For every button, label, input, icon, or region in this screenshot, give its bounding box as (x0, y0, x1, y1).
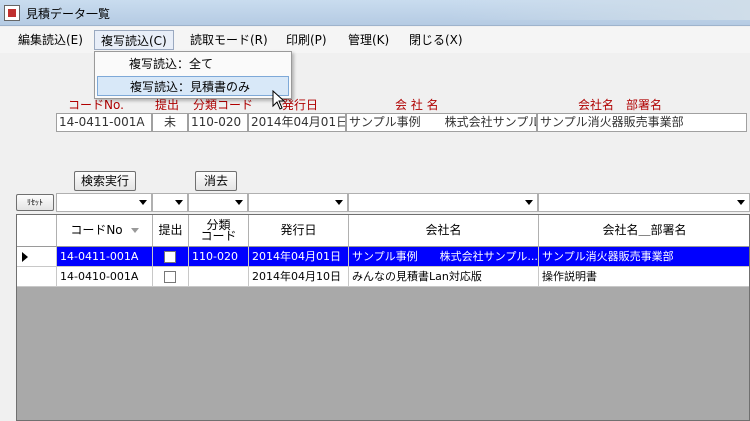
chevron-down-icon (737, 200, 745, 205)
title-bar: 見積データ一覧 (0, 0, 750, 26)
grid-corner (17, 215, 57, 247)
grid-header-category[interactable]: 分類 コード (189, 215, 249, 247)
cell-company[interactable]: サンプル事例 株式会社サンプル... (349, 247, 539, 267)
grid-header-code-label: コードNo (70, 223, 123, 237)
info-issue-date: 2014年04月01日 (248, 113, 346, 132)
mouse-cursor-icon (272, 90, 286, 110)
filter-submit[interactable] (152, 193, 188, 212)
chevron-down-icon (139, 200, 147, 205)
app-icon (4, 5, 20, 21)
sort-arrow-icon (130, 228, 139, 233)
table-row[interactable]: 14-0411-001A 110-020 2014年04月01日 サンプル事例 … (17, 247, 749, 267)
row-pointer-icon (22, 252, 28, 262)
row-header[interactable] (17, 267, 57, 287)
clear-button[interactable]: 消去 (195, 171, 237, 191)
filter-dept[interactable] (538, 193, 750, 212)
chevron-down-icon (335, 200, 343, 205)
menu-copy-all[interactable]: 複写読込：全て (97, 54, 289, 74)
cell-category[interactable]: 110-020 (189, 247, 249, 267)
filter-category[interactable] (188, 193, 248, 212)
menu-close[interactable]: 閉じる(X) (403, 30, 469, 50)
copy-load-dropdown: 複写読込：全て 複写読込：見積書のみ (94, 51, 292, 99)
cell-dept[interactable]: 操作説明書 (539, 267, 749, 287)
grid-header-issue-date[interactable]: 発行日 (249, 215, 349, 247)
cell-submit[interactable] (153, 247, 189, 267)
cell-dept[interactable]: サンプル消火器販売事業部 (539, 247, 749, 267)
grid-header-code[interactable]: コードNo (57, 215, 153, 247)
cell-issue-date[interactable]: 2014年04月10日 (249, 267, 349, 287)
menu-read-mode[interactable]: 読取モード(R) (184, 30, 274, 50)
filter-code[interactable] (56, 193, 152, 212)
grid-header-dept[interactable]: 会社名＿部署名 (539, 215, 749, 247)
submit-checkbox[interactable] (164, 271, 176, 283)
cell-issue-date[interactable]: 2014年04月01日 (249, 247, 349, 267)
row-header[interactable] (17, 247, 57, 267)
filter-company[interactable] (348, 193, 538, 212)
cell-company[interactable]: みんなの見積書Lan対応版 (349, 267, 539, 287)
header-company: 会 社 名 (395, 98, 439, 112)
chevron-down-icon (525, 200, 533, 205)
cell-submit[interactable] (153, 267, 189, 287)
title-bar-controls (450, 0, 750, 20)
cell-code[interactable]: 14-0410-001A (57, 267, 153, 287)
info-company: サンプル事例 株式会社サンプル (346, 113, 537, 132)
cell-code[interactable]: 14-0411-001A (57, 247, 153, 267)
info-submit: 未 (152, 113, 188, 132)
menu-copy-load[interactable]: 複写読込(C) (94, 30, 174, 50)
reset-button[interactable]: ﾘｾｯﾄ (16, 194, 54, 211)
menu-manage[interactable]: 管理(K) (342, 30, 395, 50)
info-category: 110-020 (188, 113, 248, 132)
info-code: 14-0411-001A (56, 113, 152, 132)
menu-print[interactable]: 印刷(P) (280, 30, 333, 50)
search-button[interactable]: 検索実行 (74, 171, 136, 191)
info-dept: サンプル消火器販売事業部 (537, 113, 747, 132)
filter-issue-date[interactable] (248, 193, 348, 212)
submit-checkbox[interactable] (164, 251, 176, 263)
menu-edit-load[interactable]: 編集読込(E) (12, 30, 89, 50)
menu-bar: 編集読込(E) 複写読込(C) 読取モード(R) 印刷(P) 管理(K) 閉じる… (0, 27, 750, 53)
data-grid: コードNo 提出 分類 コード 発行日 会社名 会社名＿部署名 14-0411-… (16, 214, 750, 421)
menu-copy-estimate-only[interactable]: 複写読込：見積書のみ (97, 76, 289, 96)
chevron-down-icon (175, 200, 183, 205)
header-dept: 会社名 部署名 (578, 98, 663, 112)
table-row[interactable]: 14-0410-001A 2014年04月10日 みんなの見積書Lan対応版 操… (17, 267, 749, 287)
window-title: 見積データ一覧 (26, 7, 111, 21)
chevron-down-icon (235, 200, 243, 205)
grid-header-company[interactable]: 会社名 (349, 215, 539, 247)
cell-category[interactable] (189, 267, 249, 287)
grid-header-submit[interactable]: 提出 (153, 215, 189, 247)
